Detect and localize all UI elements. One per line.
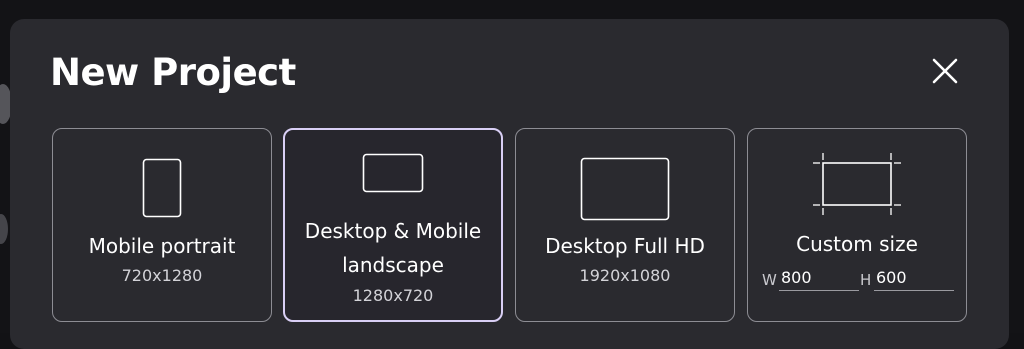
- crop-frame-icon: [813, 153, 901, 215]
- dialog-title: New Project: [50, 51, 296, 94]
- preset-name: Custom size: [796, 232, 918, 256]
- new-project-dialog: New Project Mobile portrait 720x1280 Des…: [10, 19, 1009, 349]
- preset-size: 1920x1080: [579, 266, 671, 285]
- preset-card-desktop-mobile-landscape[interactable]: Desktop & Mobile landscape 1280x720: [283, 128, 503, 322]
- landscape-icon: [362, 153, 424, 193]
- preset-name-line1: Desktop & Mobile: [304, 219, 482, 243]
- close-button[interactable]: [926, 57, 962, 87]
- phone-portrait-icon: [142, 158, 182, 218]
- monitor-icon: [580, 157, 670, 221]
- preset-card-desktop-full-hd[interactable]: Desktop Full HD 1920x1080: [515, 128, 735, 322]
- preset-name-line2: landscape: [342, 253, 444, 277]
- preset-name: Mobile portrait: [88, 234, 236, 258]
- preset-card-custom-size[interactable]: Custom size W H: [747, 128, 967, 322]
- preset-size: 1280x720: [352, 286, 434, 305]
- background-element: [0, 214, 8, 244]
- preset-card-mobile-portrait[interactable]: Mobile portrait 720x1280: [52, 128, 272, 322]
- width-input[interactable]: [779, 267, 859, 291]
- custom-size-fields: W H: [762, 266, 956, 296]
- close-icon: [932, 58, 958, 84]
- height-input[interactable]: [874, 267, 954, 291]
- preset-name: Desktop Full HD: [545, 234, 705, 258]
- width-label: W: [762, 271, 777, 289]
- preset-size: 720x1280: [121, 266, 203, 285]
- height-label: H: [860, 271, 872, 289]
